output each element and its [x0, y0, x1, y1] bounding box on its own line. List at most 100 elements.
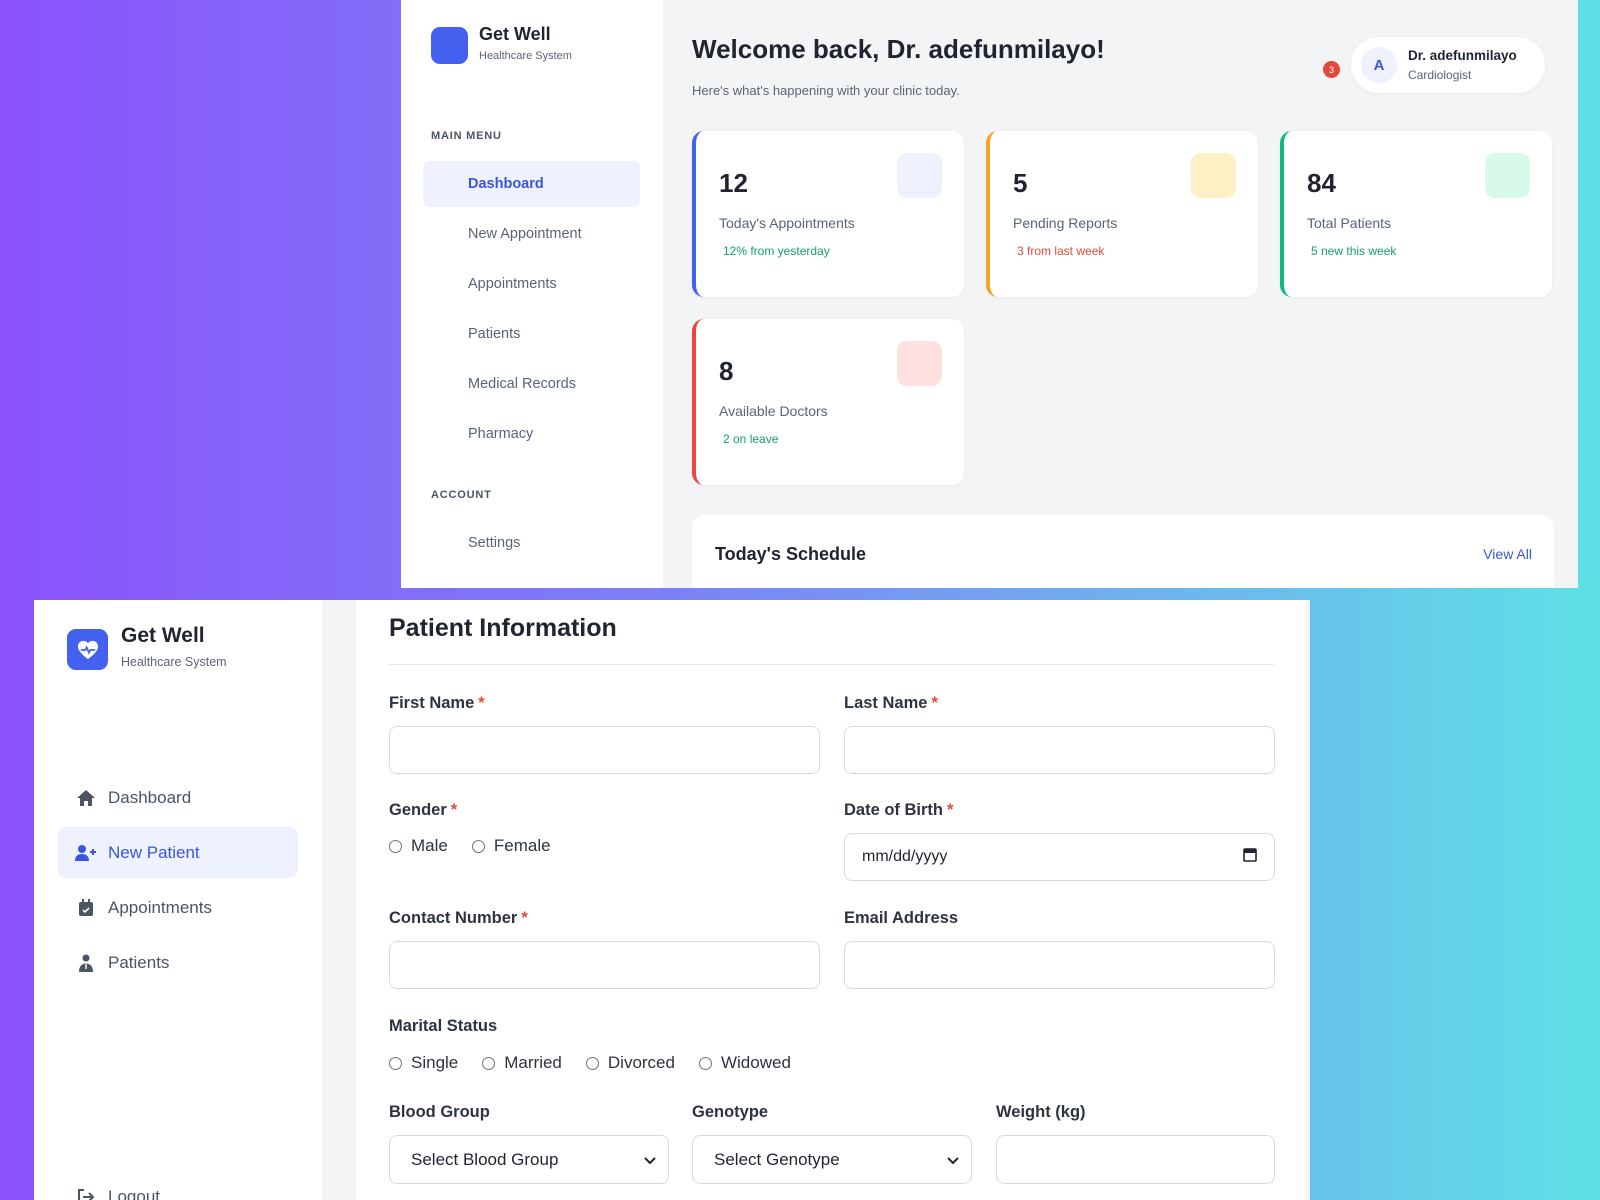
sidebar-item-appointments[interactable]: Appointments	[58, 882, 298, 933]
avatar: A	[1361, 47, 1397, 83]
dashboard-main: Welcome back, Dr. adefunmilayo! Here's w…	[663, 0, 1578, 588]
weight-input[interactable]	[996, 1135, 1275, 1184]
last-name-input[interactable]	[844, 726, 1275, 774]
stat-card-total-patients[interactable]: 84 Total Patients 5 new this week	[1280, 131, 1552, 297]
stat-icon	[897, 341, 942, 386]
view-all-link[interactable]: View All	[1483, 546, 1532, 562]
blood-group-label: Blood Group	[389, 1103, 490, 1121]
contact-number-input[interactable]	[389, 941, 820, 989]
stat-label: Pending Reports	[1013, 215, 1118, 231]
last-name-label: Last Name *	[844, 694, 938, 712]
page-subtitle: Here's what's happening with your clinic…	[692, 83, 960, 98]
marital-married-option[interactable]: Married	[482, 1053, 562, 1073]
new-patient-screen: Get Well Healthcare System Dashboard New…	[34, 600, 1310, 1200]
stat-card-appointments[interactable]: 12 Today's Appointments 12% from yesterd…	[692, 131, 964, 297]
sidebar-item-label: Patients	[108, 952, 170, 972]
schedule-title: Today's Schedule	[715, 544, 866, 564]
gender-label: Gender *	[389, 801, 458, 819]
chevron-down-icon	[644, 1150, 656, 1170]
blood-group-select[interactable]: Select Blood Group	[389, 1135, 669, 1184]
logout-icon	[74, 1185, 98, 1200]
stat-value: 8	[719, 356, 734, 386]
stat-icon	[1485, 153, 1530, 198]
sidebar-item-label: Appointments	[108, 897, 212, 917]
page-title: Welcome back, Dr. adefunmilayo!	[692, 34, 1105, 64]
sidebar-item-dashboard[interactable]: Dashboard	[58, 772, 298, 823]
home-icon	[74, 786, 98, 810]
stat-icon	[897, 153, 942, 198]
sidebar-item-new-appointment[interactable]: New Appointment	[423, 211, 640, 257]
gender-male-option[interactable]: Male	[389, 836, 448, 856]
section-main-menu: MAIN MENU	[431, 130, 502, 142]
weight-label: Weight (kg)	[996, 1103, 1086, 1121]
account-menu: Settings	[423, 520, 640, 570]
dashboard-screen: Get Well Healthcare System MAIN MENU Das…	[401, 0, 1578, 588]
user-profile[interactable]: A Dr. adefunmilayo Cardiologist	[1351, 37, 1545, 93]
user-plus-icon	[74, 841, 98, 865]
calendar-icon	[74, 896, 98, 920]
calendar-icon[interactable]	[1243, 847, 1257, 867]
chevron-down-icon	[947, 1150, 959, 1170]
marital-divorced-option[interactable]: Divorced	[585, 1053, 675, 1073]
logout-label: Logout	[108, 1187, 160, 1200]
radio-button[interactable]	[585, 1056, 599, 1070]
stat-value: 5	[1013, 168, 1028, 198]
sidebar: Get Well Healthcare System Dashboard New…	[34, 600, 322, 1200]
logo-icon	[431, 27, 468, 64]
email-input[interactable]	[844, 941, 1275, 989]
radio-button[interactable]	[471, 839, 485, 853]
gender-female-option[interactable]: Female	[471, 836, 551, 856]
heart-pulse-icon	[67, 629, 108, 670]
marital-status-options: Single Married Divorced Widowed	[389, 1053, 815, 1073]
radio-button[interactable]	[389, 839, 402, 853]
sidebar-item-patients[interactable]: Patients	[58, 937, 298, 988]
form-title: Patient Information	[389, 614, 617, 642]
radio-button[interactable]	[482, 1056, 496, 1070]
radio-button[interactable]	[389, 1056, 402, 1070]
brand[interactable]: Get Well Healthcare System	[431, 24, 572, 64]
notification-badge[interactable]: 3	[1323, 61, 1340, 78]
stat-icon	[1191, 153, 1236, 198]
first-name-input[interactable]	[389, 726, 820, 774]
user-role: Cardiologist	[1408, 68, 1472, 82]
radio-label: Married	[504, 1053, 562, 1072]
stat-card-pending-reports[interactable]: 5 Pending Reports 3 from last week	[986, 131, 1258, 297]
sidebar-item-appointments[interactable]: Appointments	[423, 261, 640, 307]
stat-label: Today's Appointments	[719, 215, 855, 231]
patient-icon	[74, 951, 98, 975]
stat-label: Available Doctors	[719, 403, 828, 419]
radio-label: Widowed	[720, 1053, 791, 1072]
sidebar-item-label: Dashboard	[108, 787, 192, 807]
section-account: ACCOUNT	[431, 489, 492, 501]
sidebar-item-pharmacy[interactable]: Pharmacy	[423, 411, 640, 457]
sidebar-item-new-patient[interactable]: New Patient	[58, 827, 298, 878]
brand-name: Get Well	[479, 24, 551, 44]
genotype-label: Genotype	[692, 1103, 769, 1121]
stat-label: Total Patients	[1307, 215, 1392, 231]
stat-card-available-doctors[interactable]: 8 Available Doctors 2 on leave	[692, 319, 964, 485]
radio-label: Single	[411, 1053, 459, 1072]
select-value: Select Genotype	[714, 1149, 840, 1169]
sidebar-item-patients[interactable]: Patients	[423, 311, 640, 357]
contact-label: Contact Number *	[389, 909, 528, 927]
sidebar-item-medical-records[interactable]: Medical Records	[423, 361, 640, 407]
marital-single-option[interactable]: Single	[389, 1053, 458, 1073]
dob-input[interactable]: mm/dd/yyyy	[844, 833, 1275, 881]
stat-value: 12	[719, 168, 748, 198]
sidebar-item-dashboard[interactable]: Dashboard	[423, 161, 640, 207]
genotype-select[interactable]: Select Genotype	[692, 1135, 972, 1184]
marital-status-label: Marital Status	[389, 1017, 498, 1035]
marital-widowed-option[interactable]: Widowed	[698, 1053, 791, 1073]
logout-button[interactable]: Logout	[74, 1185, 160, 1200]
first-name-label: First Name *	[389, 694, 485, 712]
schedule-panel: Today's Schedule View All	[692, 515, 1554, 588]
sidebar: Get Well Healthcare System MAIN MENU Das…	[401, 0, 663, 588]
radio-button[interactable]	[698, 1056, 712, 1070]
sidebar-item-settings[interactable]: Settings	[423, 520, 640, 566]
divider	[389, 664, 1274, 665]
patient-form-panel: Patient Information First Name * Last Nam…	[356, 600, 1306, 1200]
user-name: Dr. adefunmilayo	[1408, 48, 1517, 63]
sidebar-nav: Dashboard New Patient Appointments Patie…	[58, 772, 298, 992]
stat-note: 5 new this week	[1311, 244, 1397, 258]
brand[interactable]: Get Well Healthcare System	[67, 624, 227, 670]
